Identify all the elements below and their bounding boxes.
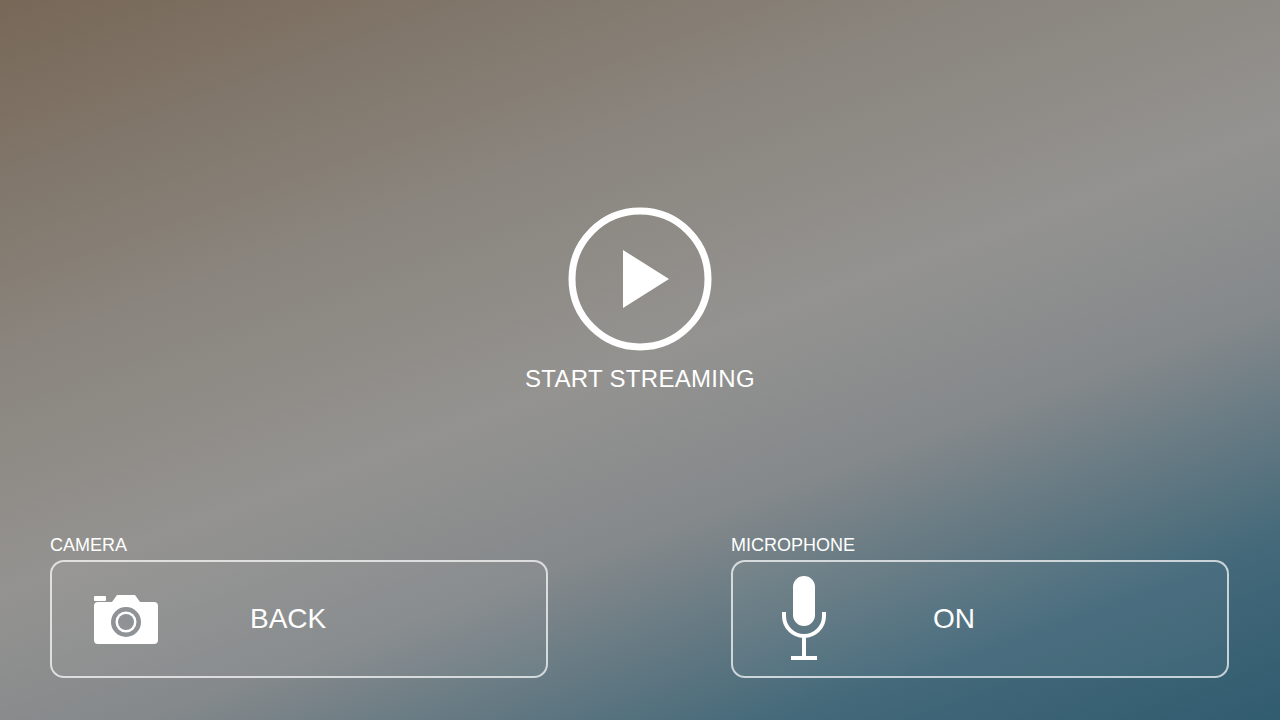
camera-icon — [92, 592, 160, 646]
microphone-button[interactable]: ON — [731, 560, 1229, 678]
start-streaming-button[interactable]: START STREAMING — [525, 206, 755, 394]
streaming-screen: START STREAMING CAMERA BACK MICROPHONE ON — [0, 0, 1280, 720]
overlay-controls: START STREAMING CAMERA BACK MICROPHONE ON — [0, 0, 1280, 720]
controls-row: CAMERA BACK MICROPHONE ON — [0, 534, 1280, 678]
control-title: CAMERA — [50, 534, 548, 556]
control-title: MICROPHONE — [731, 534, 1229, 556]
microphone-control: MICROPHONE ON — [731, 534, 1229, 678]
camera-control: CAMERA BACK — [50, 534, 548, 678]
start-streaming-label: START STREAMING — [525, 364, 755, 394]
control-value: ON — [933, 602, 975, 636]
play-icon — [567, 206, 713, 352]
control-value: BACK — [250, 602, 326, 636]
camera-button[interactable]: BACK — [50, 560, 548, 678]
microphone-icon — [779, 574, 829, 664]
